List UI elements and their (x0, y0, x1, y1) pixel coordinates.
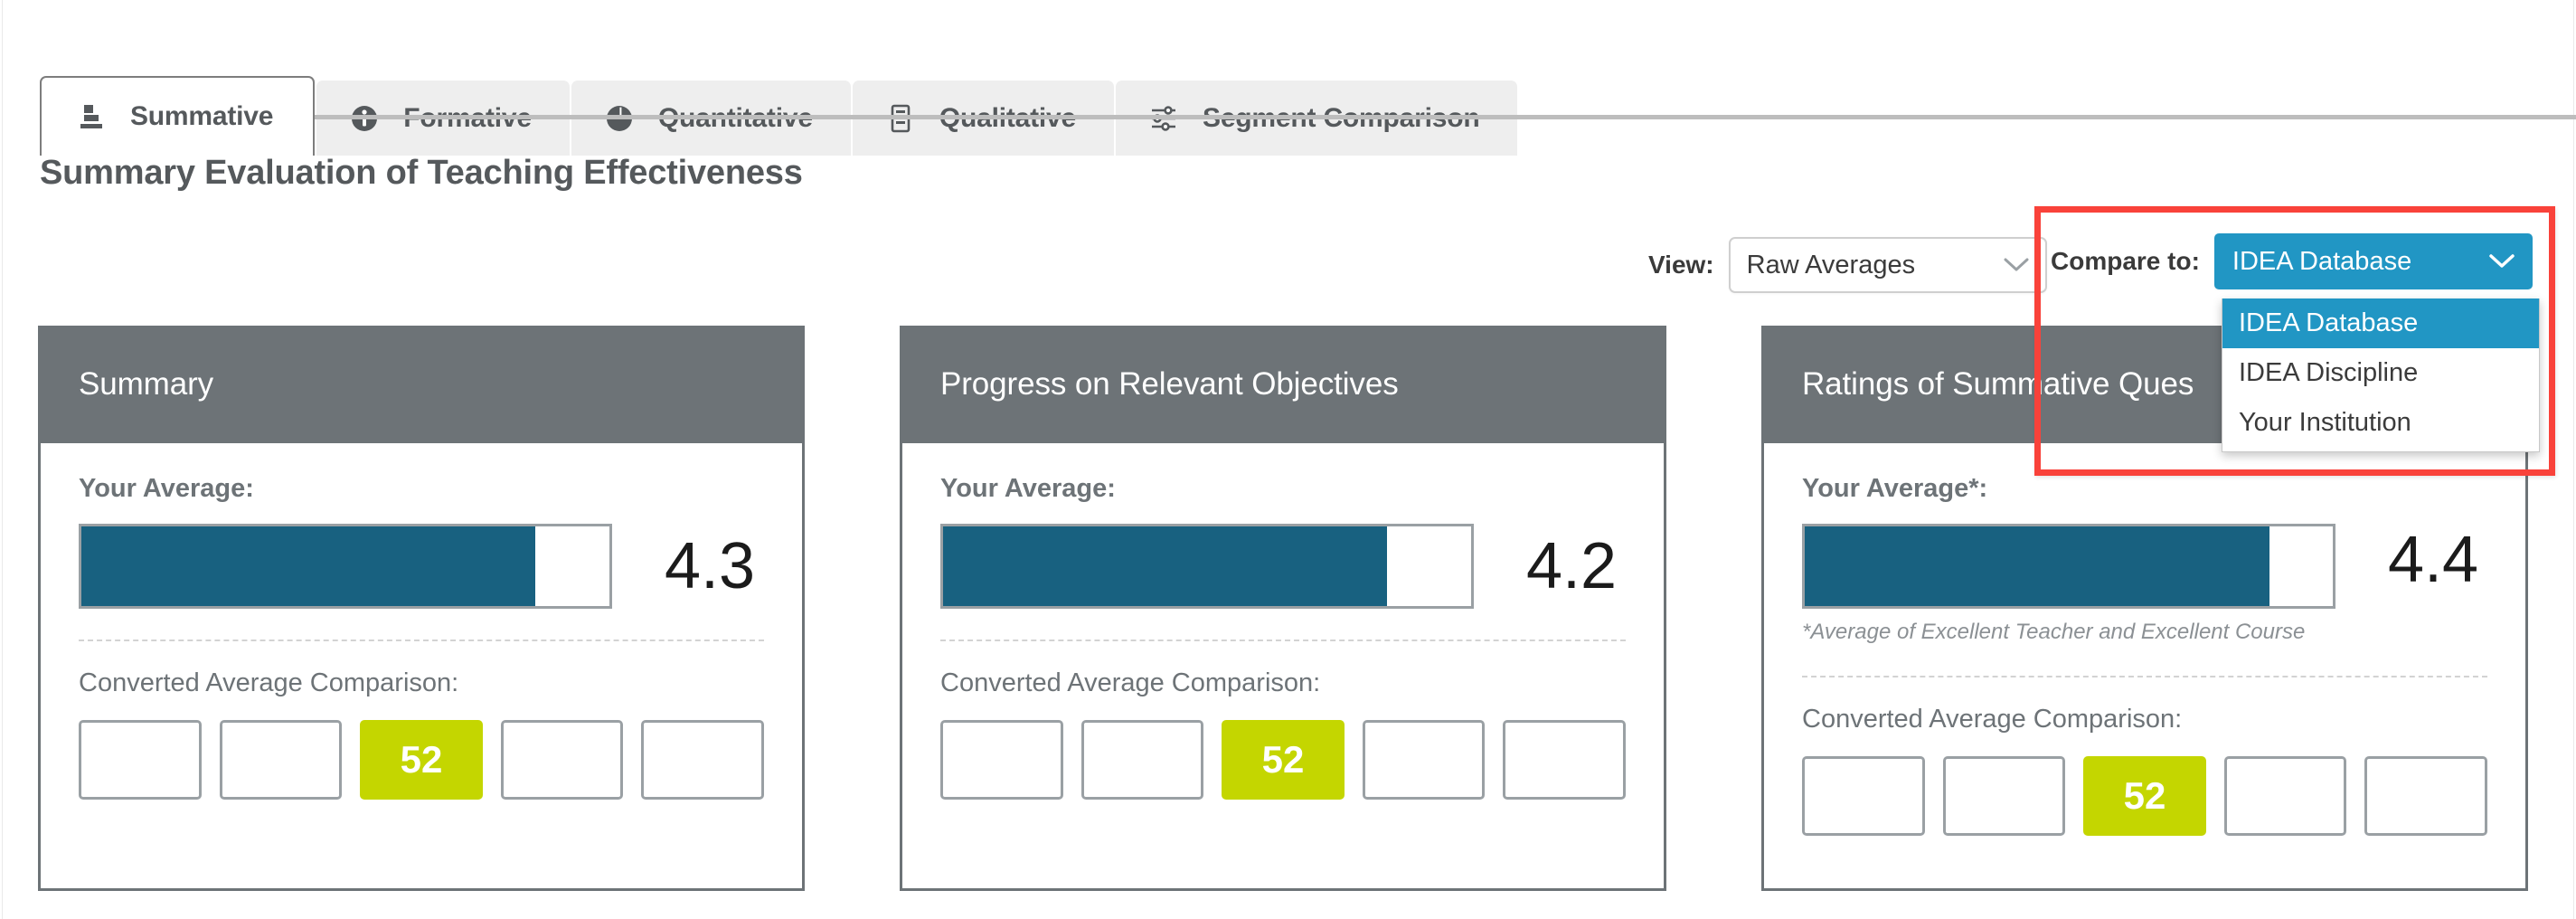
dropdown-option-your-institution[interactable]: Your Institution (2222, 398, 2539, 448)
converted-average-box (1503, 720, 1626, 800)
converted-average-label: Converted Average Comparison: (79, 668, 459, 697)
card-summary: Summary Your Average: 4.3 Converted Aver… (38, 326, 805, 891)
converted-average-label: Converted Average Comparison: (1802, 705, 2183, 734)
dropdown-option-idea-database[interactable]: IDEA Database (2222, 298, 2539, 348)
converted-average-boxes: 52 (1802, 756, 2487, 836)
converted-average-value: 52 (1261, 738, 1305, 781)
average-value: 4.2 (1526, 530, 1618, 602)
card-body: Your Average: 4.3 Converted Average Comp… (41, 443, 802, 888)
compare-to-select[interactable]: IDEA Database (2213, 233, 2533, 289)
converted-average-boxes: 52 (79, 720, 764, 800)
tab-summative[interactable]: Summative (40, 76, 316, 156)
converted-average-box (1942, 756, 2066, 836)
average-bar-track (940, 524, 1474, 609)
converted-average-box (2364, 756, 2487, 836)
average-bar-fill (81, 526, 536, 606)
converted-average-value: 52 (400, 738, 443, 781)
your-average-label: Your Average*: (1802, 474, 1988, 503)
average-bar-row: 4.3 (79, 524, 764, 609)
average-value: 4.3 (665, 530, 756, 602)
card-title: Ratings of Summative Ques (1802, 366, 2194, 402)
card-title: Progress on Relevant Objectives (940, 366, 1399, 402)
summary-cards: Summary Your Average: 4.3 Converted Aver… (0, 0, 2576, 919)
converted-average-box (500, 720, 624, 800)
card-header: Summary (41, 326, 802, 443)
converted-average-box (1362, 720, 1486, 800)
converted-average-box (1080, 720, 1204, 800)
average-bar-row: *Average of Excellent Teacher and Excell… (1802, 524, 2487, 645)
tab-label: Summative (130, 101, 274, 131)
converted-average-box (79, 720, 202, 800)
compare-to-dropdown-list[interactable]: IDEA Database IDEA Discipline Your Institu… (2222, 298, 2540, 452)
average-bar-track (79, 524, 612, 609)
card-progress-on-relevant-objectives: Progress on Relevant Objectives Your Ave… (900, 326, 1666, 891)
card-title: Summary (79, 366, 214, 402)
bar-chart-icon (76, 101, 107, 132)
converted-average-box-highlighted: 52 (360, 720, 483, 800)
average-bar-row: 4.2 (940, 524, 1626, 609)
your-average-label: Your Average: (940, 474, 1116, 503)
average-bar-track (1802, 524, 2335, 609)
converted-average-box (2223, 756, 2347, 836)
average-footnote: *Average of Excellent Teacher and Excell… (1802, 620, 2306, 644)
converted-average-box (219, 720, 343, 800)
converted-average-box-highlighted: 52 (2083, 756, 2206, 836)
converted-average-box (1802, 756, 1925, 836)
converted-average-boxes: 52 (940, 720, 1626, 800)
compare-to-select-value: IDEA Database (2232, 246, 2412, 276)
converted-average-value: 52 (2123, 774, 2166, 817)
your-average-label: Your Average: (79, 474, 254, 503)
card-header: Progress on Relevant Objectives (902, 326, 1664, 443)
converted-average-box (641, 720, 764, 800)
section-divider (1802, 676, 2487, 677)
average-value: 4.4 (2388, 524, 2479, 596)
section-divider (79, 640, 764, 641)
chevron-down-icon (2489, 253, 2515, 270)
card-body: Your Average: 4.2 Converted Average Comp… (902, 443, 1664, 888)
converted-average-box (940, 720, 1063, 800)
dropdown-option-idea-discipline[interactable]: IDEA Discipline (2222, 348, 2539, 398)
card-body: Your Average*: *Average of Excellent Tea… (1764, 443, 2525, 888)
app-root: Summative Formative Quantitative Qualitativ… (0, 0, 2576, 919)
section-divider (940, 640, 1626, 641)
average-bar-fill (943, 526, 1387, 606)
converted-average-box-highlighted: 52 (1222, 720, 1345, 800)
average-bar-fill (1805, 526, 2269, 606)
converted-average-label: Converted Average Comparison: (940, 668, 1321, 697)
